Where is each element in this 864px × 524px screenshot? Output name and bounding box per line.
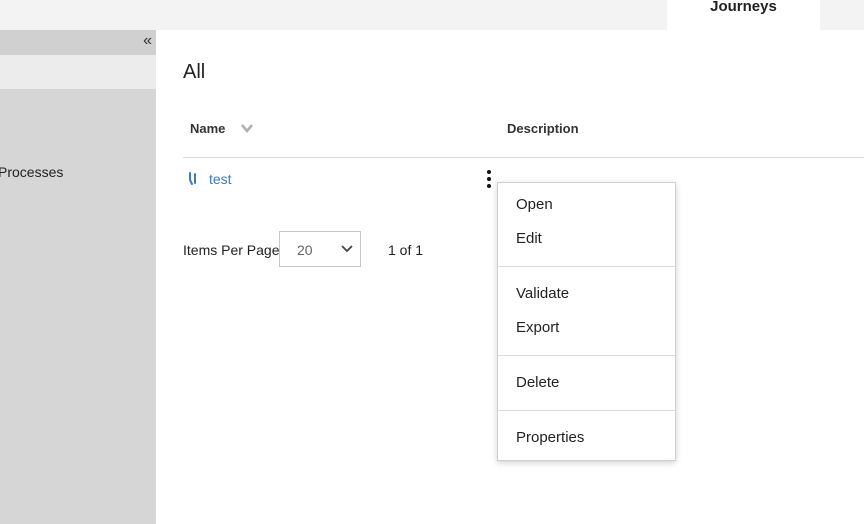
page-count: 1 of 1	[388, 242, 424, 258]
sidebar-item-processes[interactable]: Processes	[0, 164, 65, 180]
column-header-description[interactable]: Description	[507, 121, 579, 136]
items-per-page-label: Items Per Page	[183, 242, 280, 258]
column-header-name[interactable]: Name	[190, 121, 225, 136]
collapse-sidebar-icon[interactable]: «	[143, 32, 152, 50]
menu-divider	[498, 266, 675, 267]
sidebar-item-label: Processes	[0, 164, 64, 180]
menu-divider	[498, 410, 675, 411]
menu-item-validate[interactable]: Validate	[516, 285, 569, 302]
menu-item-properties[interactable]: Properties	[516, 429, 584, 446]
menu-divider	[498, 355, 675, 356]
sidebar-collapse-row: «	[0, 30, 156, 55]
journey-link-test[interactable]: test	[209, 171, 232, 187]
top-bar: Journeys	[0, 0, 864, 30]
sidebar-item-selected[interactable]	[0, 55, 156, 89]
menu-item-edit[interactable]: Edit	[516, 230, 542, 247]
menu-item-export[interactable]: Export	[516, 319, 559, 336]
journey-icon	[189, 172, 196, 185]
tab-journeys[interactable]: Journeys	[667, 0, 820, 30]
kebab-menu-icon[interactable]	[484, 170, 494, 192]
sidebar: « Processes	[0, 30, 156, 524]
page-title: All	[183, 61, 206, 83]
header-divider	[183, 157, 864, 158]
sort-chevron-icon[interactable]	[240, 123, 254, 133]
menu-item-delete[interactable]: Delete	[516, 374, 559, 391]
context-menu: Open Edit Validate Export Delete Propert…	[497, 182, 676, 461]
items-per-page-select[interactable]: 20	[279, 231, 361, 267]
menu-item-open[interactable]: Open	[516, 196, 553, 213]
items-per-page-value: 20	[297, 242, 313, 258]
chevron-down-icon	[341, 245, 353, 253]
